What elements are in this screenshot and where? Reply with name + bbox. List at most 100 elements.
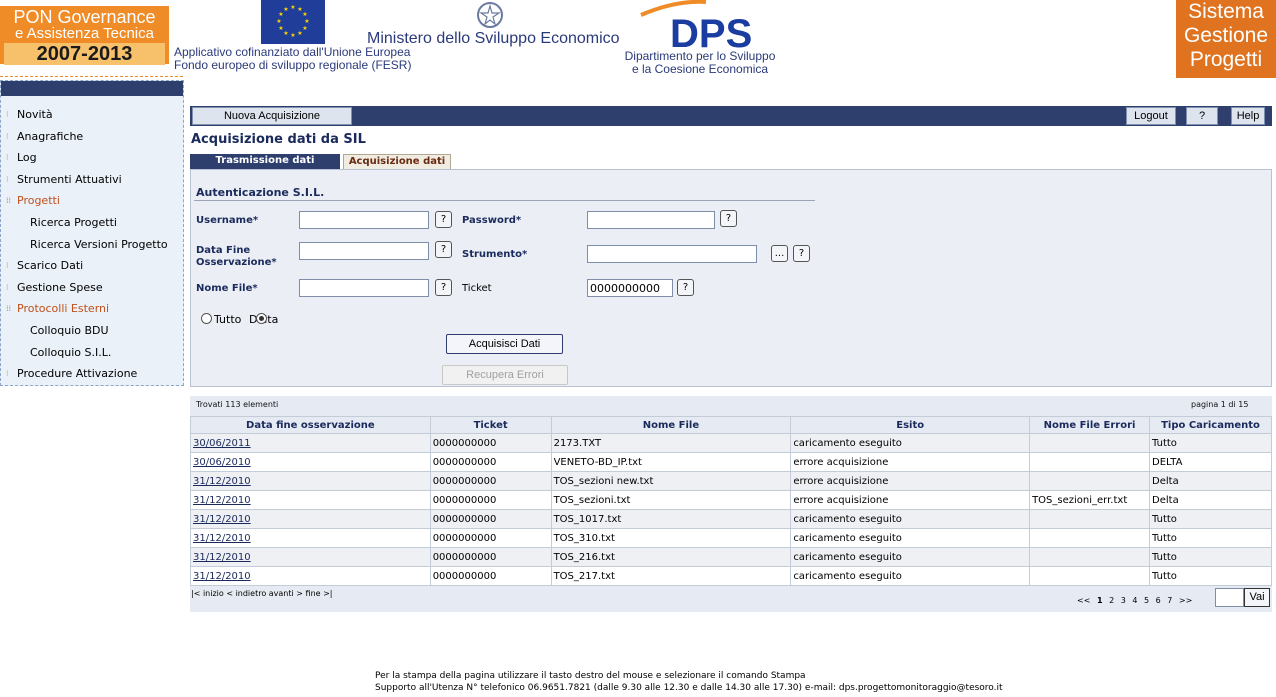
sidebar-item-ricerca-progetti[interactable]: Ricerca Progetti xyxy=(1,212,183,234)
table-row: 31/12/2010 0000000000 TOS_sezioni new.tx… xyxy=(190,471,1272,491)
radio-tutto[interactable] xyxy=(201,313,212,324)
sidebar-item-novita[interactable]: ⁝ Novità xyxy=(1,104,183,126)
sidebar-item-progetti[interactable]: ⁞⁞ Progetti xyxy=(1,190,183,212)
pager-page-link[interactable]: 6 xyxy=(1156,596,1161,605)
column-header[interactable]: Tipo Caricamento xyxy=(1149,416,1272,434)
sidebar-item-colloquio-bdu[interactable]: Colloquio BDU xyxy=(1,320,183,342)
sidebar-item-log[interactable]: ⁝ Log xyxy=(1,147,183,169)
pager-page-link[interactable]: 4 xyxy=(1132,596,1137,605)
sidebar-item-ricerca-versioni-progetto[interactable]: Ricerca Versioni Progetto xyxy=(1,234,183,256)
column-header[interactable]: Nome File Errori xyxy=(1029,416,1151,434)
results-page-indicator: pagina 1 di 15 xyxy=(1191,400,1249,409)
pager-page-link[interactable]: 5 xyxy=(1144,596,1149,605)
page-number-input[interactable] xyxy=(1215,588,1244,607)
password-field[interactable] xyxy=(587,211,715,229)
table-cell: 31/12/2010 xyxy=(190,566,431,586)
strumento-help-button[interactable]: ? xyxy=(793,245,810,262)
sidebar-item-label: Gestione Spese xyxy=(17,280,103,294)
sidebar-item-scarico-dati[interactable]: ⁝ Scarico Dati xyxy=(1,255,183,277)
sidebar-item-colloquio-sil[interactable]: Colloquio S.I.L. xyxy=(1,342,183,364)
table-cell xyxy=(1029,509,1151,529)
pager-page-link[interactable]: 3 xyxy=(1121,596,1126,605)
dps-logo: DPS xyxy=(636,0,781,56)
tab-trasmissione-dati[interactable]: Trasmissione dati xyxy=(190,154,340,169)
new-acquisition-button[interactable]: Nuova Acquisizione xyxy=(192,107,352,125)
table-cell: DELTA xyxy=(1149,452,1272,472)
data-fine-label: Data Fine Osservazione* xyxy=(196,245,277,269)
strumento-field[interactable] xyxy=(587,245,757,263)
data-fine-label-line2: Osservazione* xyxy=(196,257,277,268)
table-cell: 0000000000 xyxy=(429,452,552,472)
recover-errors-button[interactable]: Recupera Errori xyxy=(442,365,568,385)
data-fine-help-button[interactable]: ? xyxy=(435,241,452,258)
table-cell: 0000000000 xyxy=(429,566,552,586)
sidebar-item-anagrafiche[interactable]: ⁝ Anagrafiche xyxy=(1,126,183,148)
logout-button[interactable]: Logout xyxy=(1126,107,1176,125)
date-link[interactable]: 31/12/2010 xyxy=(193,533,251,544)
pager-page-link[interactable]: 7 xyxy=(1167,596,1172,605)
sidebar-item-label: Novità xyxy=(17,108,53,121)
sgp-line2: Gestione xyxy=(1183,24,1269,47)
bullet-icon: ⁝ xyxy=(6,261,9,271)
nome-file-help-button[interactable]: ? xyxy=(435,279,452,296)
table-cell: caricamento eseguito xyxy=(790,433,1031,453)
svg-text:★: ★ xyxy=(290,4,295,11)
date-link[interactable]: 30/06/2010 xyxy=(193,457,251,468)
date-link[interactable]: 31/12/2010 xyxy=(193,514,251,525)
table-cell xyxy=(1029,471,1151,491)
column-header[interactable]: Esito xyxy=(790,416,1031,434)
pager-pages: << 1 2 3 4 5 6 7 >> xyxy=(1077,596,1196,605)
table-cell: TOS_sezioni.txt xyxy=(550,490,792,510)
expanded-bullet-icon: ⁞⁞ xyxy=(6,304,12,314)
svg-text:★: ★ xyxy=(302,25,307,32)
pager-page-link[interactable]: 1 xyxy=(1097,596,1103,605)
table-cell: VENETO-BD_IP.txt xyxy=(550,452,792,472)
username-help-button[interactable]: ? xyxy=(435,211,452,228)
table-cell: Delta xyxy=(1149,471,1272,491)
date-link[interactable]: 31/12/2010 xyxy=(193,495,251,506)
help-button[interactable]: Help xyxy=(1231,107,1265,125)
password-help-button[interactable]: ? xyxy=(720,210,737,227)
section-title: Autenticazione S.I.L. xyxy=(196,186,325,199)
pager-next-link[interactable]: >> xyxy=(1179,596,1192,605)
column-header[interactable]: Ticket xyxy=(429,416,552,434)
sidebar-item-procedure-attivazione[interactable]: ⁝ Procedure Attivazione xyxy=(1,363,183,385)
sidebar-item-strumenti-attuativi[interactable]: ⁝ Strumenti Attuativi xyxy=(1,169,183,191)
radio-delta[interactable] xyxy=(256,313,267,324)
table-header-row: Data fine osservazione Ticket Nome File … xyxy=(190,416,1272,434)
ticket-field[interactable] xyxy=(587,279,673,297)
svg-text:★: ★ xyxy=(283,6,288,13)
nome-file-field[interactable] xyxy=(299,279,429,297)
table-cell: errore acquisizione xyxy=(790,471,1031,491)
pager-navigation[interactable]: |< inizio < indietro avanti > fine >| xyxy=(191,589,333,598)
info-button[interactable]: ? xyxy=(1186,107,1218,125)
date-link[interactable]: 30/06/2011 xyxy=(193,438,251,449)
column-header[interactable]: Nome File xyxy=(550,416,792,434)
pager-page-link[interactable]: 2 xyxy=(1109,596,1114,605)
page-header: PON Governance e Assistenza Tecnica 2007… xyxy=(0,0,1276,80)
table-cell: 31/12/2010 xyxy=(190,528,431,548)
date-link[interactable]: 31/12/2010 xyxy=(193,571,251,582)
go-button[interactable]: Vai xyxy=(1244,588,1270,607)
date-link[interactable]: 31/12/2010 xyxy=(193,476,251,487)
column-header[interactable]: Data fine osservazione xyxy=(190,416,431,434)
acquire-data-button[interactable]: Acquisisci Dati xyxy=(446,334,563,354)
username-field[interactable] xyxy=(299,211,429,229)
tab-acquisizione-dati[interactable]: Acquisizione dati xyxy=(343,154,451,169)
svg-text:★: ★ xyxy=(302,11,307,18)
table-cell: errore acquisizione xyxy=(790,490,1031,510)
sidebar-menu: ⁝ Novità ⁝ Anagrafiche ⁝ Log ⁝ Strumenti Att… xyxy=(0,80,184,386)
data-fine-field[interactable] xyxy=(299,242,429,260)
ticket-help-button[interactable]: ? xyxy=(677,279,694,296)
strumento-browse-button[interactable]: ... xyxy=(771,245,788,262)
sidebar-item-gestione-spese[interactable]: ⁝ Gestione Spese xyxy=(1,277,183,299)
pager-prev-link[interactable]: << xyxy=(1077,596,1090,605)
date-link[interactable]: 31/12/2010 xyxy=(193,552,251,563)
section-divider xyxy=(194,200,815,201)
table-cell xyxy=(1029,547,1151,567)
sidebar-item-protocolli-esterni[interactable]: ⁞⁞ Protocolli Esterni xyxy=(1,298,183,320)
table-cell: 0000000000 xyxy=(429,433,552,453)
pon-governance-logo: PON Governance e Assistenza Tecnica 2007… xyxy=(0,6,169,65)
table-row: 30/06/2011 0000000000 2173.TXT caricamen… xyxy=(190,433,1272,453)
data-fine-label-line1: Data Fine xyxy=(196,245,251,256)
